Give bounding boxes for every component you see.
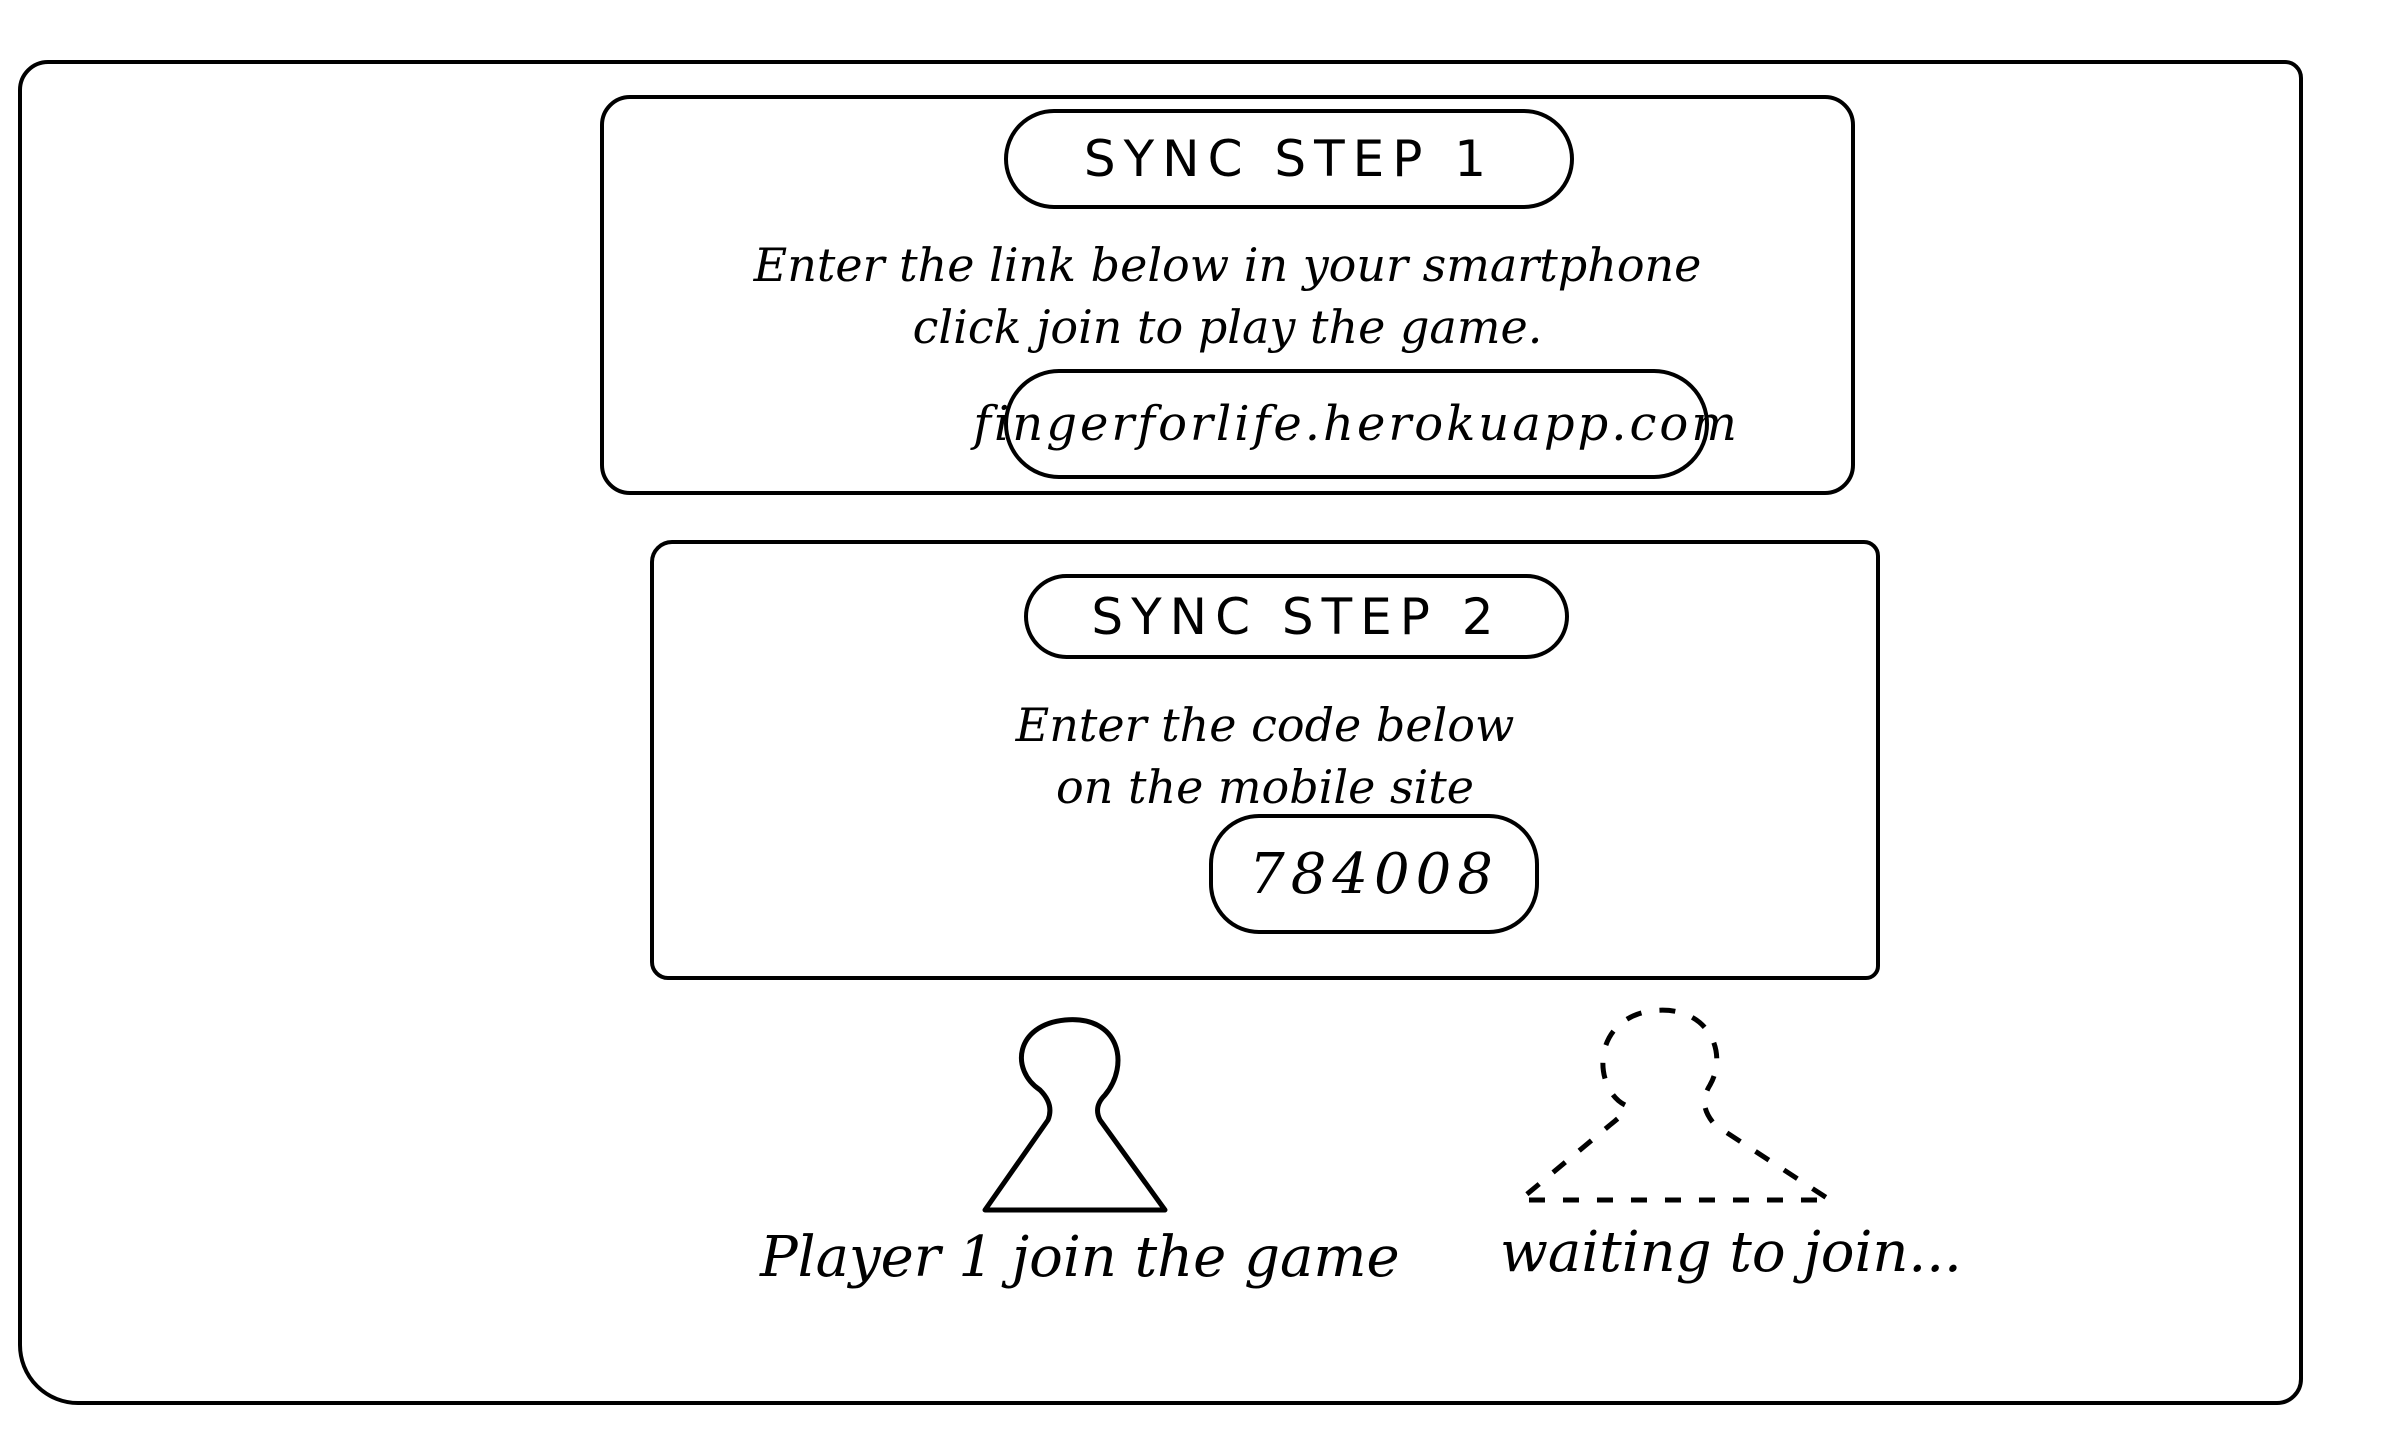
player-1-label: Player 1 join the game [760,1225,1400,1290]
sync-step-1-instruction: Enter the link below in your smartphone … [753,238,1702,354]
sync-step-2-instruction: Enter the code below on the mobile site [1015,698,1515,814]
game-link-text: fingerforlife.herokuapp.com [973,396,1740,452]
sync-step-1-title-badge: SYNC STEP 1 [1004,109,1574,209]
sync-code-field[interactable]: 784008 [1209,814,1539,934]
player-2-slot [1480,1000,1840,1210]
person-icon [982,1017,1168,1213]
sync-step-1-title: SYNC STEP 1 [1083,130,1495,188]
game-link-field[interactable]: fingerforlife.herokuapp.com [973,369,1737,479]
sync-step-2-title-badge: SYNC STEP 2 [1024,574,1569,659]
sync-step-2-card: SYNC STEP 2 Enter the code below on the … [650,540,1880,980]
player-1-slot [920,1010,1220,1220]
person-placeholder-icon [1517,1007,1833,1203]
sync-step-1-card: SYNC STEP 1 Enter the link below in your… [600,95,1855,495]
player-2-label: waiting to join... [1500,1220,1962,1285]
sync-code-text: 784008 [1249,841,1499,907]
sync-step-2-title: SYNC STEP 2 [1091,587,1502,646]
